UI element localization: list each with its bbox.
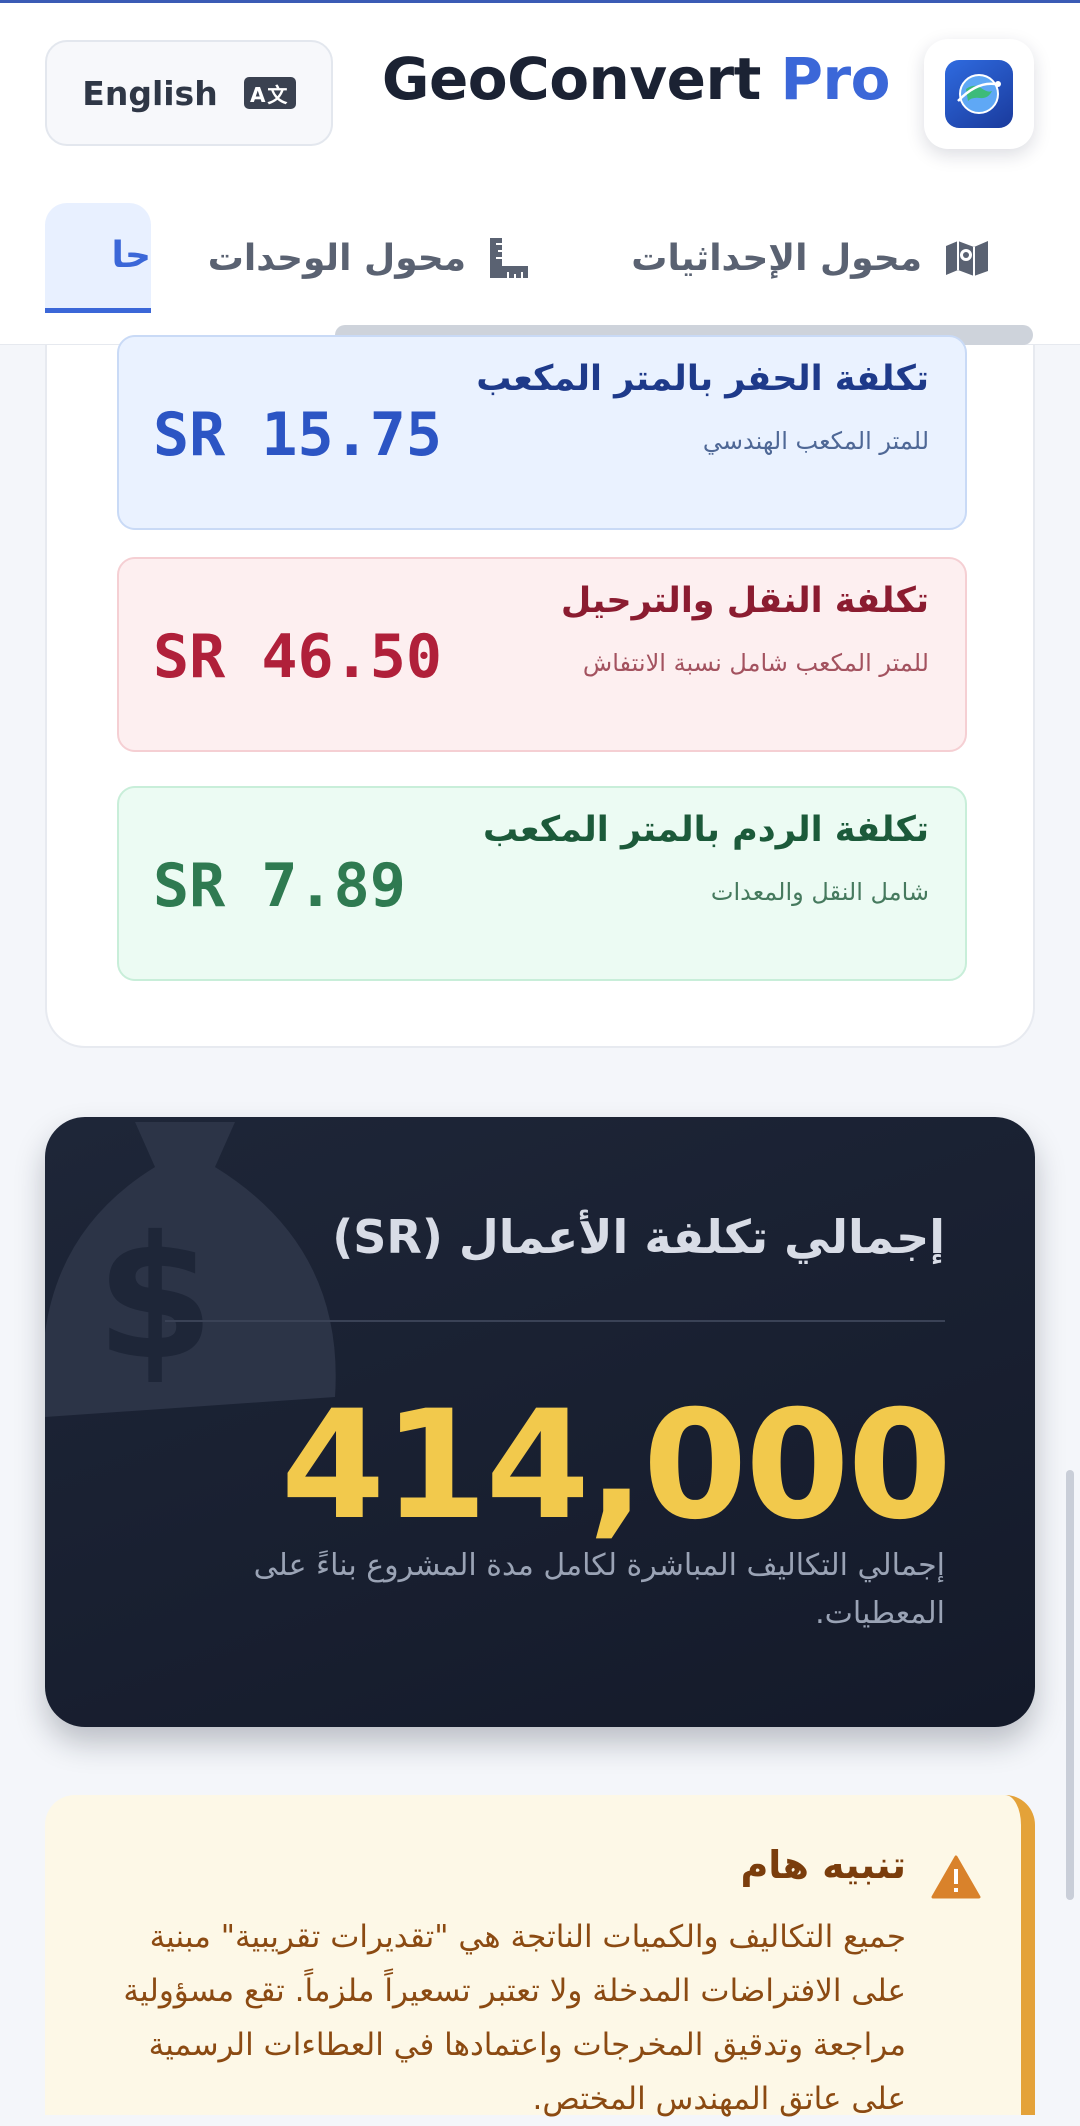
svg-text:$: $ <box>96 1200 214 1398</box>
brand-main: GeoConvert <box>381 45 761 113</box>
divider <box>165 1320 945 1322</box>
row-subtitle: شامل النقل والمعدات <box>710 878 929 906</box>
important-warning-box: تنبيه هام جميع التكاليف والكميات الناتجة… <box>45 1795 1035 2117</box>
row-value: SR 15.75 <box>153 399 442 470</box>
transport-cost-row: تكلفة النقل والترحيل للمتر المكعب شامل ن… <box>117 557 967 752</box>
warning-icon <box>931 1855 981 1899</box>
row-subtitle: للمتر المكعب شامل نسبة الانتفاش <box>582 649 929 677</box>
tab-label: محول الوحدات <box>207 237 466 279</box>
total-cost-card: $ إجمالي تكلفة الأعمال (SR) 414,000 إجما… <box>45 1117 1035 1727</box>
language-label: English <box>82 73 218 113</box>
total-title: إجمالي تكلفة الأعمال (SR) <box>332 1210 945 1264</box>
page-scrollbar[interactable] <box>1066 1470 1074 1900</box>
tab-label: حا <box>111 235 151 276</box>
warning-title: تنبيه هام <box>740 1843 906 1887</box>
brand-title: GeoConvert Pro <box>381 45 891 115</box>
row-subtitle: للمتر المكعب الهندسي <box>702 427 929 455</box>
translate-icon: A文 <box>243 77 296 109</box>
map-icon <box>946 241 988 276</box>
app-logo <box>924 39 1034 149</box>
app-header: English A文 GeoConvert Pro محول الإحداثيا… <box>0 3 1080 345</box>
brand-accent: Pro <box>780 45 891 113</box>
row-title: تكلفة الردم بالمتر المكعب <box>483 810 929 850</box>
row-value: SR 46.50 <box>153 621 442 692</box>
warning-text: جميع التكاليف والكميات الناتجة هي "تقدير… <box>123 1919 906 2117</box>
row-title: تكلفة الحفر بالمتر المكعب <box>476 359 929 399</box>
unit-cost-card: تكلفة الحفر بالمتر المكعب للمتر المكعب ا… <box>45 335 1035 1048</box>
row-title: تكلفة النقل والترحيل <box>560 581 929 621</box>
tab-coordinate-converter[interactable]: محول الإحداثيات <box>631 203 990 313</box>
backfill-cost-row: تكلفة الردم بالمتر المكعب شامل النقل وال… <box>117 786 967 981</box>
globe-icon <box>945 60 1013 128</box>
tab-bar: محول الإحداثيات محول الوحدات حا <box>0 203 1080 313</box>
total-note: إجمالي التكاليف المباشرة لكامل مدة المشر… <box>253 1548 945 1631</box>
tab-unit-converter[interactable]: محول الوحدات <box>208 203 530 313</box>
total-amount: 414,000 <box>280 1379 952 1553</box>
language-toggle-button[interactable]: English A文 <box>45 40 333 146</box>
excavation-cost-row: تكلفة الحفر بالمتر المكعب للمتر المكعب ا… <box>117 335 967 530</box>
row-value: SR 7.89 <box>153 850 406 921</box>
tab-cost-calculator[interactable]: حا <box>45 203 151 313</box>
tab-label: محول الإحداثيات <box>631 237 922 279</box>
ruler-icon <box>490 238 528 278</box>
